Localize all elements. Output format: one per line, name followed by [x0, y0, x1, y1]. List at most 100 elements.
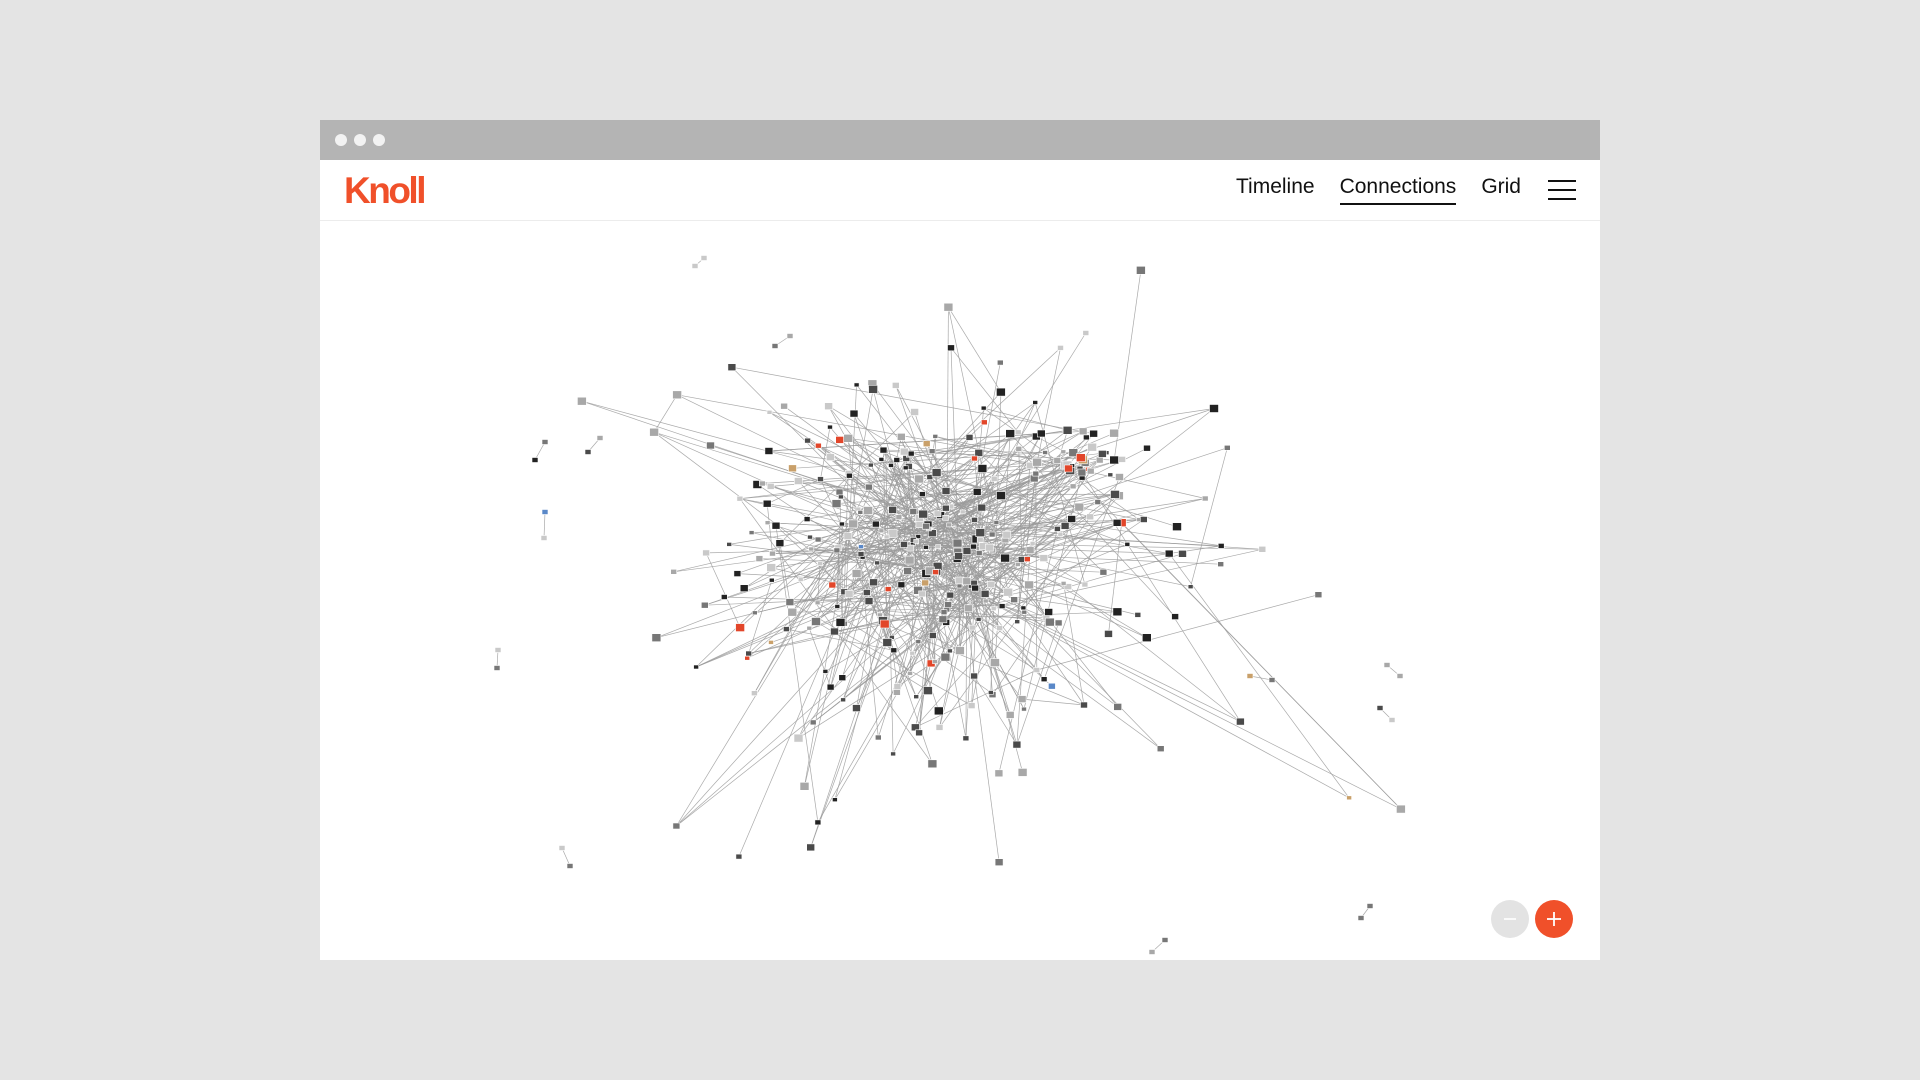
graph-node-thumbnail[interactable] [887, 529, 898, 538]
graph-node-thumbnail[interactable] [1053, 457, 1062, 464]
graph-node-thumbnail[interactable] [1024, 580, 1034, 590]
window-control-dot[interactable] [335, 134, 347, 146]
graph-node-thumbnail[interactable] [974, 449, 984, 457]
graph-node-thumbnail[interactable] [1042, 450, 1048, 455]
graph-node-thumbnail[interactable] [890, 647, 898, 654]
graph-node-thumbnail[interactable] [909, 650, 916, 656]
graph-node-thumbnail[interactable] [1015, 446, 1023, 452]
graph-node-thumbnail[interactable] [940, 609, 948, 616]
graph-node-thumbnail[interactable] [918, 509, 929, 519]
graph-node-thumbnail[interactable] [868, 385, 878, 394]
graph-node-thumbnail[interactable] [1112, 607, 1123, 617]
graph-node-thumbnail[interactable] [1060, 522, 1070, 530]
graph-node-thumbnail[interactable] [735, 853, 743, 860]
graph-node-thumbnail[interactable] [727, 363, 737, 371]
graph-node-thumbnail[interactable] [987, 690, 994, 695]
graph-node-thumbnail[interactable] [835, 488, 844, 496]
graph-node-thumbnail[interactable] [869, 578, 878, 587]
graph-node-thumbnail[interactable] [1017, 768, 1028, 777]
graph-node-thumbnail[interactable] [788, 464, 797, 473]
graph-node-thumbnail[interactable] [879, 446, 888, 454]
graph-node-thumbnail[interactable] [1040, 676, 1048, 683]
graph-node-thumbnail[interactable] [1023, 556, 1031, 563]
graph-node-thumbnail[interactable] [540, 535, 548, 541]
graph-node-thumbnail[interactable] [1112, 518, 1122, 527]
graph-node-thumbnail[interactable] [840, 697, 846, 703]
graph-node-thumbnail[interactable] [1069, 483, 1077, 490]
graph-node-thumbnail[interactable] [735, 623, 745, 632]
graph-node-thumbnail[interactable] [918, 590, 926, 598]
graph-node-thumbnail[interactable] [848, 519, 858, 529]
graph-node-thumbnail[interactable] [745, 650, 753, 657]
graph-node-thumbnail[interactable] [1078, 427, 1088, 436]
graph-node-thumbnail[interactable] [1087, 442, 1097, 452]
graph-node-thumbnail[interactable] [1039, 554, 1049, 562]
graph-node-thumbnail[interactable] [890, 751, 896, 757]
graph-node-thumbnail[interactable] [971, 455, 978, 462]
graph-node-thumbnail[interactable] [935, 724, 944, 731]
graph-node-thumbnail[interactable] [996, 491, 1006, 500]
graph-node-thumbnail[interactable] [955, 646, 965, 655]
graph-node-thumbnail[interactable] [922, 440, 931, 447]
graph-node-thumbnail[interactable] [897, 581, 906, 589]
graph-node-thumbnail[interactable] [851, 569, 862, 578]
graph-node-thumbnail[interactable] [838, 494, 844, 500]
graph-node-thumbnail[interactable] [764, 520, 771, 526]
graph-node-thumbnail[interactable] [1054, 526, 1061, 532]
graph-node-thumbnail[interactable] [844, 590, 854, 598]
graph-node-thumbnail[interactable] [1172, 522, 1182, 532]
graph-node-thumbnail[interactable] [891, 382, 900, 389]
graph-node-thumbnail[interactable] [693, 664, 699, 670]
graph-node-thumbnail[interactable] [932, 659, 938, 664]
graph-node-thumbnail[interactable] [814, 600, 821, 606]
graph-node-thumbnail[interactable] [1236, 717, 1245, 726]
graph-node-thumbnail[interactable] [956, 583, 963, 589]
graph-node-thumbnail[interactable] [882, 638, 893, 647]
graph-node-thumbnail[interactable] [932, 569, 939, 575]
graph-node-thumbnail[interactable] [651, 633, 662, 643]
graph-node-thumbnail[interactable] [494, 647, 502, 653]
graph-node-thumbnail[interactable] [1099, 568, 1108, 576]
graph-node-thumbnail[interactable] [943, 302, 954, 312]
graph-node-thumbnail[interactable] [1086, 467, 1095, 475]
graph-node-thumbnail[interactable] [879, 619, 890, 629]
graph-node-thumbnail[interactable] [1164, 549, 1174, 558]
zoom-out-button[interactable] [1491, 900, 1529, 938]
graph-node-thumbnail[interactable] [783, 626, 790, 632]
graph-node-thumbnail[interactable] [967, 702, 976, 709]
graph-node-thumbnail[interactable] [915, 729, 923, 737]
graph-node-thumbnail[interactable] [946, 522, 953, 528]
graph-node-thumbnail[interactable] [862, 589, 871, 596]
graph-node-thumbnail[interactable] [1187, 584, 1194, 590]
graph-node-thumbnail[interactable] [831, 499, 842, 508]
graph-node-thumbnail[interactable] [1095, 456, 1104, 464]
graph-node-thumbnail[interactable] [700, 255, 708, 261]
graph-node-thumbnail[interactable] [1060, 581, 1067, 586]
graph-node-thumbnail[interactable] [1021, 706, 1027, 712]
graph-node-thumbnail[interactable] [858, 544, 864, 550]
graph-node-thumbnail[interactable] [1025, 546, 1035, 554]
graph-node-thumbnail[interactable] [1081, 581, 1089, 588]
graph-node-thumbnail[interactable] [959, 509, 966, 515]
graph-node-thumbnail[interactable] [541, 439, 549, 445]
graph-node-thumbnail[interactable] [1109, 455, 1120, 465]
graph-node-thumbnail[interactable] [1036, 429, 1046, 438]
graph-node-thumbnail[interactable] [768, 640, 774, 645]
graph-node-thumbnail[interactable] [1156, 745, 1165, 753]
graph-node-thumbnail[interactable] [744, 655, 751, 661]
graph-node-thumbnail[interactable] [857, 509, 864, 515]
graph-node-thumbnail[interactable] [736, 495, 744, 502]
graph-node-thumbnail[interactable] [1067, 515, 1077, 523]
graph-node-thumbnail[interactable] [878, 528, 885, 534]
graph-node-thumbnail[interactable] [996, 359, 1004, 366]
graph-node-thumbnail[interactable] [1124, 541, 1131, 547]
graph-node-thumbnail[interactable] [843, 532, 853, 541]
graph-node-thumbnail[interactable] [1054, 619, 1063, 627]
graph-node-thumbnail[interactable] [764, 447, 774, 455]
graph-node-thumbnail[interactable] [962, 735, 970, 742]
graph-node-thumbnail[interactable] [830, 627, 839, 636]
graph-node-thumbnail[interactable] [1089, 429, 1098, 438]
graph-node-thumbnail[interactable] [1075, 453, 1086, 462]
graph-node-thumbnail[interactable] [766, 483, 775, 490]
graph-node-thumbnail[interactable] [1115, 473, 1124, 481]
